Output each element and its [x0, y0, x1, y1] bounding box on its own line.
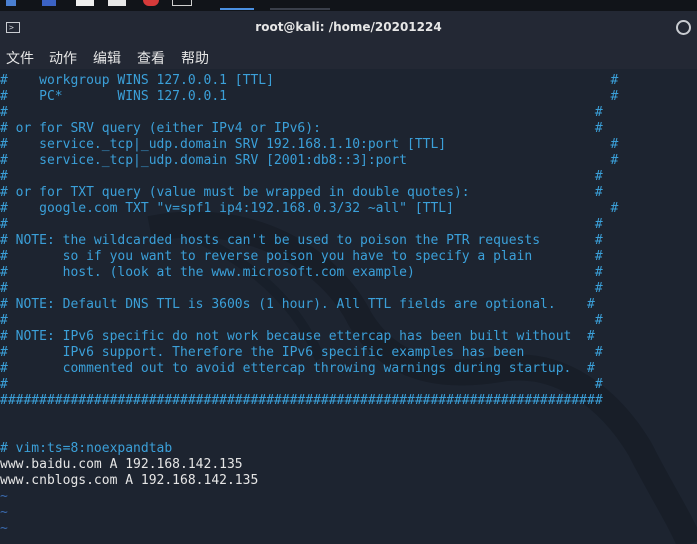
terminal-line: www.baidu.com A 192.168.142.135	[0, 457, 243, 472]
terminal-line: # IPv6 support. Therefore the IPv6 speci…	[0, 345, 603, 360]
terminal-line: www.cnblogs.com A 192.168.142.135	[0, 473, 259, 488]
terminal-line: # #	[0, 217, 603, 232]
window-close-button[interactable]	[676, 20, 691, 35]
terminal-line: # or for SRV query (either IPv4 or IPv6)…	[0, 121, 603, 136]
menu-bar: 文件 动作 编辑 查看 帮助	[0, 44, 697, 69]
text-editor-icon[interactable]	[108, 0, 126, 6]
terminal-line: # NOTE: Default DNS TTL is 3600s (1 hour…	[0, 297, 595, 312]
terminal-line: # or for TXT query (value must be wrappe…	[0, 185, 603, 200]
terminal-line: ~	[0, 505, 8, 520]
window-titlebar[interactable]: > root@kali: /home/20201224	[0, 11, 697, 44]
menu-help[interactable]: 帮助	[181, 48, 209, 68]
terminal-line: ########################################…	[0, 393, 603, 408]
terminal-line: ~	[0, 489, 8, 504]
terminal-line: # #	[0, 281, 603, 296]
terminal-line: # commented out to avoid ettercap throwi…	[0, 361, 595, 376]
terminal-line: # #	[0, 169, 603, 184]
terminal-line: # workgroup WINS 127.0.0.1 [TTL] #	[0, 73, 619, 88]
terminal-line: # google.com TXT "v=spf1 ip4:192.168.0.3…	[0, 201, 619, 216]
terminal-line: # #	[0, 105, 603, 120]
terminal-line: # #	[0, 313, 603, 328]
menu-edit[interactable]: 编辑	[93, 48, 121, 68]
terminal-line: # host. (look at the www.microsoft.com e…	[0, 265, 603, 280]
file-manager-icon[interactable]	[42, 0, 56, 6]
terminal-line: # PC* WINS 127.0.0.1 #	[0, 89, 619, 104]
menu-actions[interactable]: 动作	[49, 48, 77, 68]
app-launcher-icon[interactable]	[76, 0, 94, 6]
taskbar	[0, 0, 697, 11]
terminal-line: # service._tcp|_udp.domain SRV [2001:db8…	[0, 153, 619, 168]
terminal-line: # service._tcp|_udp.domain SRV 192.168.1…	[0, 137, 619, 152]
terminal-area[interactable]: # workgroup WINS 127.0.0.1 [TTL] # # PC* …	[0, 69, 697, 544]
window-title: root@kali: /home/20201224	[255, 20, 442, 34]
workspace-indicator[interactable]	[270, 8, 330, 10]
terminal-line: # vim:ts=8:noexpandtab	[0, 441, 173, 456]
browser-icon[interactable]	[143, 0, 159, 6]
terminal-line: # so if you want to reverse poison you h…	[0, 249, 603, 264]
active-window-indicator[interactable]	[220, 8, 254, 10]
terminal-line: # NOTE: the wildcarded hosts can't be us…	[0, 233, 603, 248]
terminal-line: ~	[0, 521, 8, 536]
kali-dragon-icon[interactable]	[6, 0, 16, 6]
terminal-launcher-icon[interactable]	[172, 0, 192, 6]
terminal-line: # NOTE: IPv6 specific do not work becaus…	[0, 329, 595, 344]
terminal-line: # #	[0, 377, 603, 392]
menu-view[interactable]: 查看	[137, 48, 165, 68]
menu-file[interactable]: 文件	[6, 48, 34, 68]
